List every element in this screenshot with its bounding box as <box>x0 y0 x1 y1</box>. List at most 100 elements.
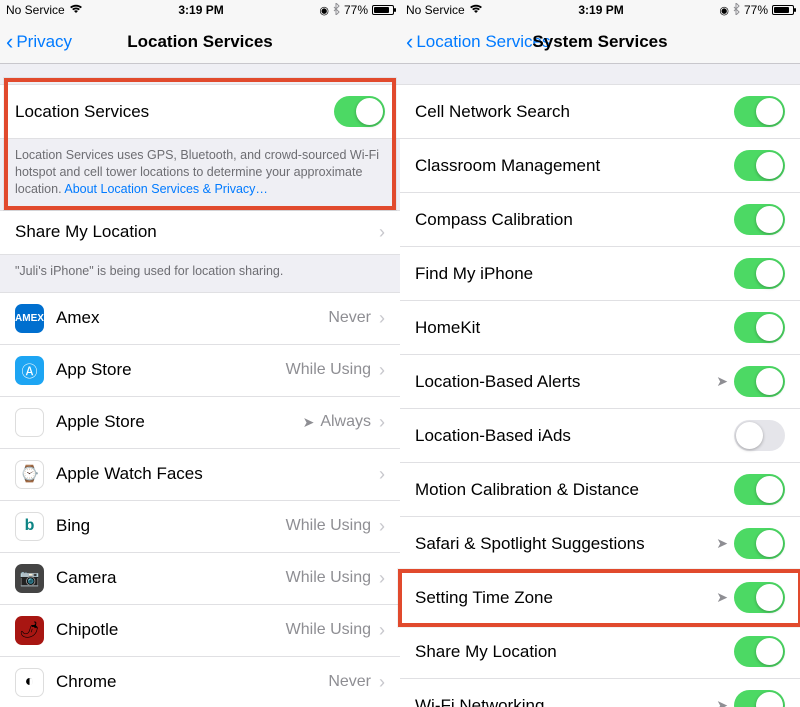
app-status: While Using <box>286 621 371 639</box>
service-name: Find My iPhone <box>415 264 734 284</box>
clock: 3:19 PM <box>178 3 223 17</box>
system-service-cell[interactable]: Classroom Management <box>400 139 800 193</box>
app-cell[interactable]: Ⓐ App Store While Using › <box>0 345 400 397</box>
chevron-right-icon: › <box>379 222 385 243</box>
app-name: Bing <box>56 516 280 536</box>
app-status: Never <box>328 673 371 691</box>
bluetooth-icon <box>733 3 740 18</box>
about-location-privacy-link[interactable]: About Location Services & Privacy… <box>64 182 268 196</box>
chevron-right-icon: › <box>379 516 385 537</box>
chevron-left-icon: ‹ <box>6 31 13 53</box>
location-arrow-icon: ➤ <box>716 589 728 606</box>
location-services-toggle[interactable] <box>334 96 385 127</box>
service-name: HomeKit <box>415 318 734 338</box>
screen-location-services: No Service 3:19 PM ◉ 77% ‹ Privacy Locat… <box>0 0 400 707</box>
app-status: While Using <box>286 361 371 379</box>
app-icon: 📷 <box>15 564 44 593</box>
service-toggle[interactable] <box>734 690 785 707</box>
system-service-cell[interactable]: Compass Calibration <box>400 193 800 247</box>
clock: 3:19 PM <box>578 3 623 17</box>
app-status: Never <box>328 309 371 327</box>
app-icon: ⌚ <box>15 460 44 489</box>
service-name: Share My Location <box>415 642 734 662</box>
service-toggle[interactable] <box>734 636 785 667</box>
location-arrow-icon: ◉ <box>719 4 729 17</box>
app-status: While Using <box>286 569 371 587</box>
system-service-cell[interactable]: Find My iPhone <box>400 247 800 301</box>
app-name: App Store <box>56 360 280 380</box>
system-services-list[interactable]: Cell Network Search Classroom Management… <box>400 64 800 707</box>
service-toggle[interactable] <box>734 150 785 181</box>
app-icon: 🌶 <box>15 616 44 645</box>
service-toggle[interactable] <box>734 366 785 397</box>
app-cell[interactable]: ⌚ Apple Watch Faces › <box>0 449 400 501</box>
service-toggle[interactable] <box>734 258 785 289</box>
service-name: Location-Based iAds <box>415 426 734 446</box>
battery-icon <box>372 5 394 15</box>
app-cell[interactable]: ◐ Chrome Never › <box>0 657 400 707</box>
system-service-cell[interactable]: Motion Calibration & Distance <box>400 463 800 517</box>
app-icon: b <box>15 512 44 541</box>
share-location-footer: "Juli's iPhone" is being used for locati… <box>0 255 400 292</box>
app-name: Chipotle <box>56 620 280 640</box>
service-toggle[interactable] <box>734 204 785 235</box>
app-icon: AMEX <box>15 304 44 333</box>
app-name: Apple Store <box>56 412 299 432</box>
system-service-cell[interactable]: Share My Location <box>400 625 800 679</box>
app-icon: Ⓐ <box>15 356 44 385</box>
service-name: Cell Network Search <box>415 102 734 122</box>
location-services-toggle-cell[interactable]: Location Services <box>0 84 400 139</box>
system-service-cell[interactable]: Safari & Spotlight Suggestions ➤ <box>400 517 800 571</box>
chevron-right-icon: › <box>379 360 385 381</box>
chevron-right-icon: › <box>379 568 385 589</box>
battery-icon <box>772 5 794 15</box>
location-services-footer: Location Services uses GPS, Bluetooth, a… <box>0 139 400 210</box>
screen-system-services: No Service 3:19 PM ◉ 77% ‹ Location Serv… <box>400 0 800 707</box>
battery-label: 77% <box>344 3 368 17</box>
status-bar: No Service 3:19 PM ◉ 77% <box>0 0 400 20</box>
settings-list[interactable]: Location Services Location Services uses… <box>0 64 400 707</box>
service-name: Compass Calibration <box>415 210 734 230</box>
system-service-cell[interactable]: Setting Time Zone ➤ <box>400 571 800 625</box>
service-toggle[interactable] <box>734 312 785 343</box>
chevron-right-icon: › <box>379 620 385 641</box>
back-button[interactable]: ‹ Location Services <box>406 31 551 53</box>
cell-label: Location Services <box>15 102 334 122</box>
service-name: Location-Based Alerts <box>415 372 712 392</box>
app-status: While Using <box>286 517 371 535</box>
app-cell[interactable]: AMEX Amex Never › <box>0 292 400 345</box>
system-service-cell[interactable]: Location-Based Alerts ➤ <box>400 355 800 409</box>
nav-bar: ‹ Privacy Location Services <box>0 20 400 64</box>
app-name: Apple Watch Faces <box>56 464 365 484</box>
app-icon: ◐ <box>15 668 44 697</box>
cell-label: Share My Location <box>15 222 371 242</box>
service-toggle[interactable] <box>734 528 785 559</box>
system-service-cell[interactable]: HomeKit <box>400 301 800 355</box>
status-bar: No Service 3:19 PM ◉ 77% <box>400 0 800 20</box>
location-arrow-icon: ➤ <box>716 373 728 390</box>
wifi-icon <box>69 4 83 17</box>
service-toggle[interactable] <box>734 474 785 505</box>
service-name: Setting Time Zone <box>415 588 712 608</box>
location-arrow-icon: ➤ <box>303 414 315 431</box>
location-arrow-icon: ◉ <box>319 4 329 17</box>
system-service-cell[interactable]: Location-Based iAds <box>400 409 800 463</box>
service-name: Classroom Management <box>415 156 734 176</box>
back-button[interactable]: ‹ Privacy <box>6 31 72 53</box>
system-service-cell[interactable]: Wi-Fi Networking ➤ <box>400 679 800 707</box>
app-cell[interactable]: Apple Store ➤ Always › <box>0 397 400 449</box>
service-toggle[interactable] <box>734 420 785 451</box>
service-toggle[interactable] <box>734 96 785 127</box>
app-status: Always <box>320 413 371 431</box>
service-name: Wi-Fi Networking <box>415 696 712 707</box>
share-my-location-cell[interactable]: Share My Location › <box>0 210 400 255</box>
app-cell[interactable]: 📷 Camera While Using › <box>0 553 400 605</box>
chevron-right-icon: › <box>379 308 385 329</box>
service-name: Safari & Spotlight Suggestions <box>415 534 712 554</box>
carrier-label: No Service <box>6 3 65 17</box>
app-cell[interactable]: 🌶 Chipotle While Using › <box>0 605 400 657</box>
chevron-right-icon: › <box>379 412 385 433</box>
app-cell[interactable]: b Bing While Using › <box>0 501 400 553</box>
service-toggle[interactable] <box>734 582 785 613</box>
system-service-cell[interactable]: Cell Network Search <box>400 84 800 139</box>
